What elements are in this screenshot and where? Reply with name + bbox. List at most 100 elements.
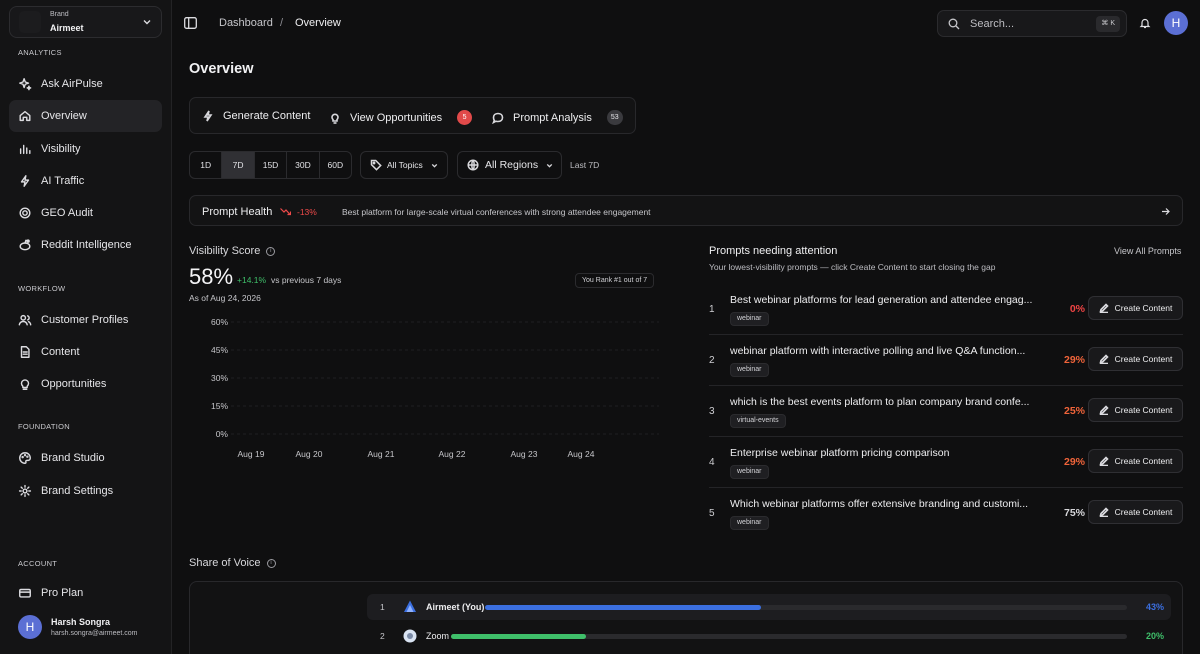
sidebar-toggle-icon[interactable] bbox=[184, 17, 197, 29]
user-avatar[interactable]: H bbox=[1164, 11, 1188, 35]
sidebar-item-label: Visibility bbox=[41, 143, 81, 155]
gear-icon bbox=[17, 483, 33, 499]
create-content-button[interactable]: Create Content bbox=[1088, 449, 1183, 473]
info-icon[interactable]: i bbox=[266, 558, 276, 568]
users-icon bbox=[17, 312, 33, 328]
sidebar-item-visibility[interactable]: Visibility bbox=[9, 133, 162, 165]
sov-bar-fill bbox=[485, 605, 762, 610]
share-of-voice-text: Share of Voice bbox=[189, 557, 261, 569]
user-name: Harsh Songra bbox=[51, 617, 111, 627]
user-profile[interactable]: H Harsh Songra harsh.songra@airmeet.com bbox=[18, 615, 137, 639]
search-placeholder: Search... bbox=[970, 18, 1015, 30]
rank-badge: You Rank #1 out of 7 bbox=[575, 273, 655, 288]
prompt-tag: webinar bbox=[730, 363, 769, 377]
prompt-text: webinar platform with interactive pollin… bbox=[730, 345, 1026, 357]
sov-percent: 43% bbox=[1146, 602, 1165, 612]
prompt-row[interactable]: 1 Best webinar platforms for lead generat… bbox=[709, 284, 1183, 335]
visibility-as-of: As of Aug 24, 2026 bbox=[189, 293, 261, 303]
prompt-text: which is the best events platform to pla… bbox=[730, 396, 1030, 408]
bell-icon[interactable] bbox=[1139, 17, 1151, 29]
view-opportunities-label: View Opportunities bbox=[350, 111, 443, 124]
sidebar-item-label: Pro Plan bbox=[41, 587, 84, 599]
y-tick-label: 15% bbox=[211, 401, 228, 411]
prompt-health-banner[interactable]: Prompt Health -13% Best platform for lar… bbox=[189, 195, 1183, 226]
range-15d[interactable]: 15D bbox=[255, 152, 288, 178]
pencil-icon bbox=[1099, 507, 1109, 517]
card-icon bbox=[17, 585, 33, 601]
prompt-text: Which webinar platforms offer extensive … bbox=[730, 498, 1029, 510]
sidebar-item-brand-studio[interactable]: Brand Studio bbox=[9, 442, 162, 474]
search-input[interactable]: Search... ⌘ K bbox=[937, 10, 1127, 37]
sov-row[interactable]: 2 Zoom 20% bbox=[380, 624, 1170, 648]
sidebar-item-reddit-intelligence[interactable]: Reddit Intelligence bbox=[9, 229, 162, 261]
lightbulb-icon bbox=[17, 376, 33, 392]
document-icon bbox=[17, 344, 33, 360]
sov-bar-track bbox=[451, 634, 1127, 639]
main-content: Dashboard / Overview Search... ⌘ K H Ove… bbox=[172, 0, 1200, 654]
sidebar-item-overview[interactable]: Overview bbox=[9, 100, 162, 132]
prompt-tag: virtual-events bbox=[730, 414, 786, 428]
sidebar-item-label: Opportunities bbox=[41, 378, 107, 390]
airmeet-logo-icon bbox=[404, 600, 416, 612]
chat-bubble-icon bbox=[492, 112, 504, 124]
sidebar-item-brand-settings[interactable]: Brand Settings bbox=[9, 475, 162, 507]
prompt-index: 5 bbox=[709, 508, 715, 519]
prompt-health-text: Best platform for large-scale virtual co… bbox=[342, 207, 651, 217]
range-60d[interactable]: 60D bbox=[320, 152, 351, 178]
brand-label: Brand bbox=[50, 11, 69, 18]
create-content-button[interactable]: Create Content bbox=[1088, 398, 1183, 422]
create-content-button[interactable]: Create Content bbox=[1088, 347, 1183, 371]
sov-bar-track bbox=[485, 605, 1127, 610]
x-tick-label: Aug 20 bbox=[296, 449, 323, 459]
topics-dropdown[interactable]: All Topics bbox=[360, 151, 448, 179]
arrow-right-icon bbox=[1162, 208, 1170, 215]
sidebar-item-ai-traffic[interactable]: AI Traffic bbox=[9, 165, 162, 197]
create-content-label: Create Content bbox=[1114, 456, 1173, 466]
chevron-down-icon bbox=[431, 163, 437, 168]
range-30d[interactable]: 30D bbox=[287, 152, 320, 178]
view-all-prompts-link[interactable]: View All Prompts bbox=[1114, 246, 1181, 256]
prompt-tag: webinar bbox=[730, 312, 769, 326]
sidebar-item-label: Reddit Intelligence bbox=[41, 239, 132, 251]
chevron-down-icon bbox=[143, 20, 151, 25]
avatar: H bbox=[18, 615, 42, 639]
create-content-button[interactable]: Create Content bbox=[1088, 296, 1183, 320]
y-tick-label: 30% bbox=[211, 373, 228, 383]
palette-icon bbox=[17, 450, 33, 466]
sidebar-item-ask-airpulse[interactable]: Ask AirPulse bbox=[9, 68, 162, 100]
generate-content-button[interactable]: Generate Content bbox=[202, 110, 310, 122]
info-icon[interactable]: i bbox=[266, 246, 276, 256]
prompt-visibility-percent: 29% bbox=[1063, 456, 1085, 468]
prompt-row[interactable]: 5 Which webinar platforms offer extensive… bbox=[709, 488, 1183, 539]
prompt-index: 2 bbox=[709, 355, 715, 366]
sov-row[interactable]: 1 Airmeet (You) 43% bbox=[380, 595, 1170, 619]
range-7d[interactable]: 7D bbox=[222, 152, 255, 178]
prompt-index: 4 bbox=[709, 457, 715, 468]
regions-dropdown[interactable]: All Regions bbox=[457, 151, 562, 179]
breadcrumb-dashboard[interactable]: Dashboard bbox=[219, 17, 273, 29]
sidebar-item-opportunities[interactable]: Opportunities bbox=[9, 368, 162, 400]
sidebar-item-pro-plan[interactable]: Pro Plan bbox=[9, 577, 162, 609]
create-content-button[interactable]: Create Content bbox=[1088, 500, 1183, 524]
sidebar-item-geo-audit[interactable]: GEO Audit bbox=[9, 197, 162, 229]
section-foundation: FOUNDATION bbox=[18, 422, 71, 431]
breadcrumb-overview: Overview bbox=[295, 17, 341, 29]
prompt-row[interactable]: 2 webinar platform with interactive polli… bbox=[709, 335, 1183, 386]
home-icon bbox=[17, 108, 33, 124]
x-tick-label: Aug 19 bbox=[238, 449, 265, 459]
prompt-row[interactable]: 4 Enterprise webinar platform pricing com… bbox=[709, 437, 1183, 488]
period-label: Last 7D bbox=[570, 160, 600, 170]
search-icon bbox=[948, 18, 960, 30]
sidebar-item-content[interactable]: Content bbox=[9, 336, 162, 368]
prompt-analysis-button[interactable]: Prompt Analysis 53 bbox=[492, 110, 623, 125]
prompt-text: Best webinar platforms for lead generati… bbox=[730, 294, 1033, 306]
range-1d[interactable]: 1D bbox=[190, 152, 223, 178]
pencil-icon bbox=[1099, 456, 1109, 466]
sidebar-item-customer-profiles[interactable]: Customer Profiles bbox=[9, 304, 162, 336]
create-content-label: Create Content bbox=[1114, 405, 1173, 415]
view-opportunities-button[interactable]: View Opportunities 5 bbox=[329, 110, 473, 125]
brand-switcher[interactable]: Brand Airmeet bbox=[9, 6, 162, 38]
topbar: Dashboard / Overview Search... ⌘ K H bbox=[172, 0, 1200, 46]
prompt-row[interactable]: 3 which is the best events platform to pl… bbox=[709, 386, 1183, 437]
pencil-icon bbox=[1099, 303, 1109, 313]
